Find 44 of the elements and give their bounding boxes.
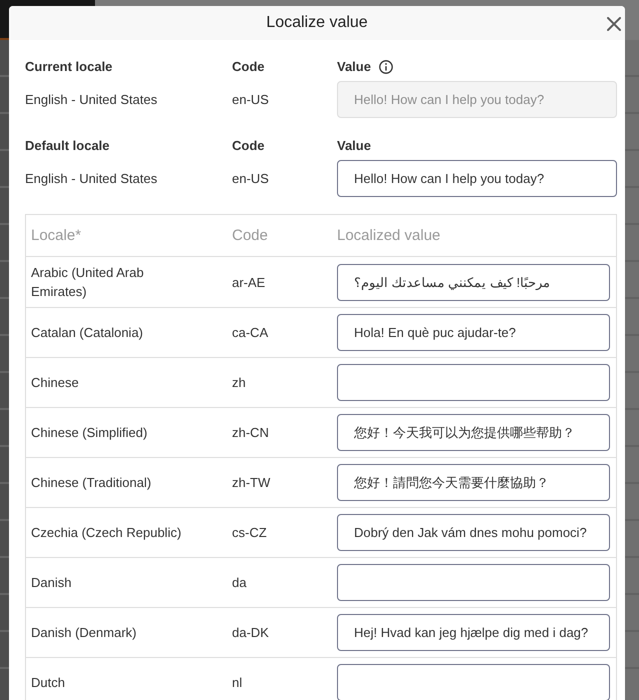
- localized-value-field[interactable]: Dobrý den Jak vám dnes mohu pomoci?: [337, 514, 610, 551]
- locale-name: Chinese: [31, 374, 79, 392]
- locale-code: zh-TW: [232, 475, 270, 490]
- locale-code: da: [232, 575, 246, 590]
- column-header: Code: [231, 227, 269, 244]
- locale-name: Czechia (Czech Republic): [31, 524, 182, 542]
- column-label: Value: [337, 138, 371, 153]
- locale-name: English - United States: [25, 92, 158, 107]
- localized-value-field[interactable]: مرحبًا! كيف يمكنني مساعدتك اليوم؟: [337, 264, 610, 300]
- locale-name: Dutch: [31, 674, 65, 692]
- locale-code: nl: [232, 675, 242, 690]
- column-label: Value: [337, 59, 371, 74]
- column-header: Locale*: [30, 227, 82, 244]
- locale-code: en-US: [232, 171, 270, 186]
- locale-name: Chinese (Traditional): [31, 474, 152, 492]
- locale-name: English - United States: [25, 171, 158, 186]
- locale-code: zh-CN: [232, 425, 269, 440]
- localized-value-field[interactable]: [337, 564, 610, 601]
- column-label: Code: [232, 138, 266, 153]
- localized-value-field[interactable]: [337, 364, 610, 401]
- locale-name: Danish (Denmark): [31, 624, 136, 642]
- localized-value-field[interactable]: Hola! En què puc ajudar-te?: [337, 314, 610, 351]
- column-label: Default locale: [25, 138, 111, 153]
- locale-code: da-DK: [232, 625, 269, 640]
- dialog-title: Localize value: [266, 14, 368, 32]
- close-icon: [607, 17, 621, 31]
- localized-value-field[interactable]: 您好！請問您今天需要什麼協助？: [337, 464, 610, 501]
- close-button[interactable]: [605, 15, 623, 33]
- localized-value-field[interactable]: Hej! Hvad kan jeg hjælpe dig med i dag?: [337, 614, 610, 651]
- locale-code: zh: [232, 375, 246, 390]
- column-label: Code: [232, 59, 266, 74]
- locale-code: en-US: [232, 92, 270, 107]
- locale-code: ar-AE: [232, 274, 266, 290]
- locale-name: Catalan (Catalonia): [31, 324, 144, 342]
- localized-value-field[interactable]: 您好！今天我可以为您提供哪些帮助？: [337, 414, 610, 451]
- column-label: Current locale: [25, 59, 114, 74]
- locale-code: ca-CA: [232, 325, 268, 340]
- locale-name: Arabic (United Arab Emirates): [31, 264, 145, 301]
- locale-name: Danish: [31, 574, 72, 592]
- locale-code: cs-CZ: [232, 525, 267, 540]
- locale-name: Chinese (Simplified): [31, 424, 148, 442]
- column-header: Localized value: [336, 227, 442, 244]
- localized-value-field[interactable]: [337, 664, 610, 700]
- value-field[interactable]: Hello! How can I help you today?: [337, 160, 617, 197]
